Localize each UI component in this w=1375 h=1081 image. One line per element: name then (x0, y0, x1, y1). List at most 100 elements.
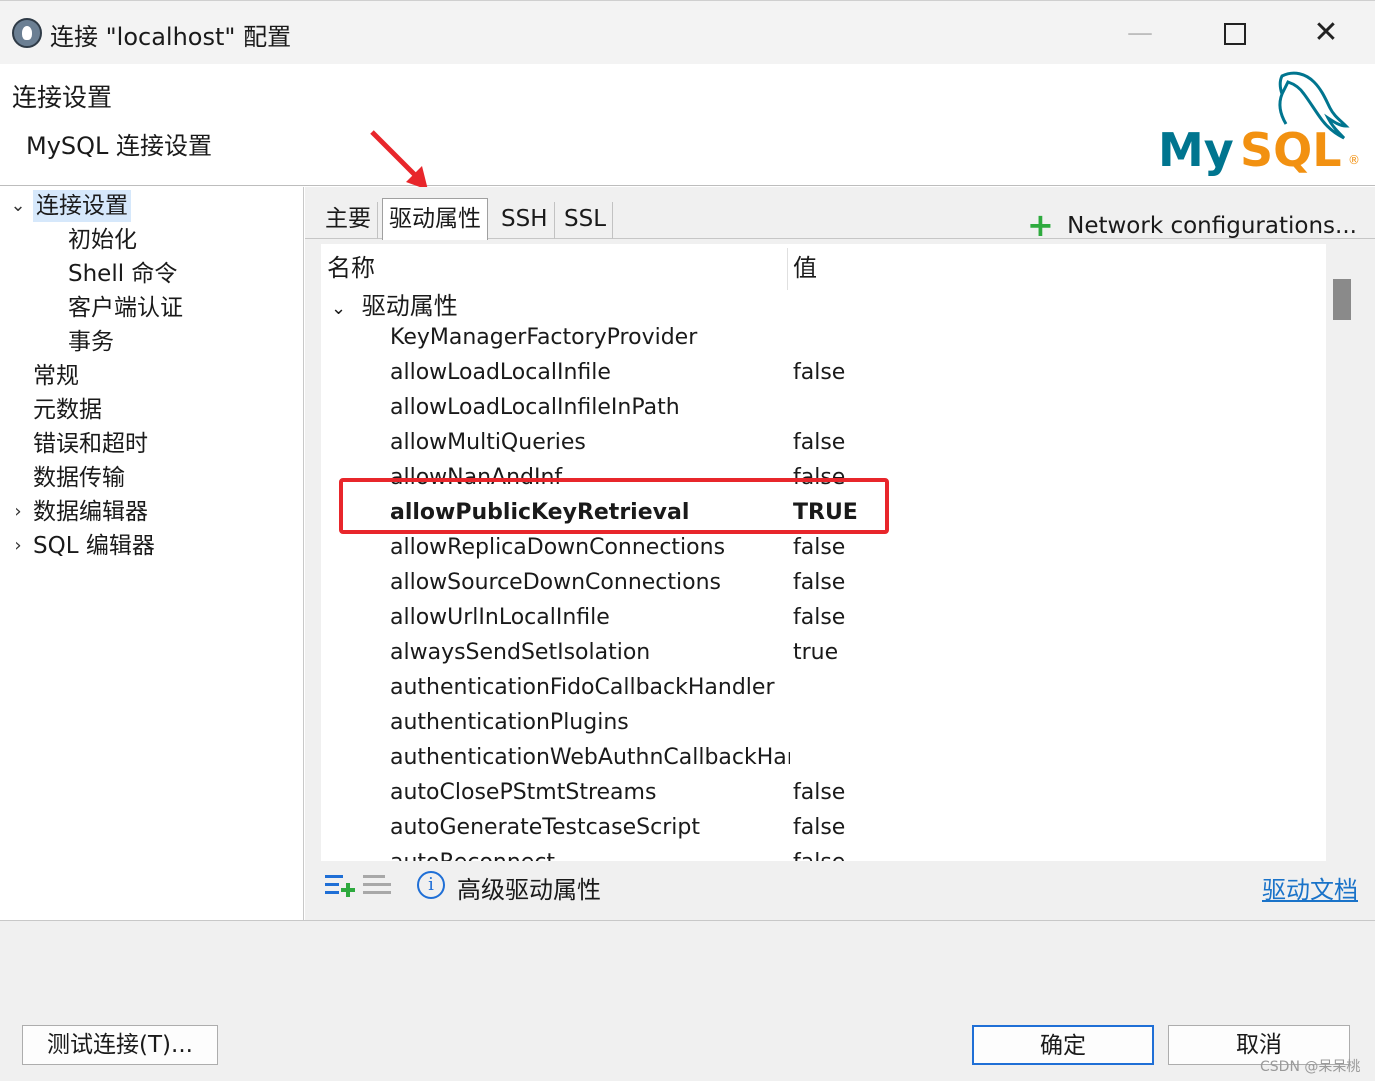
property-name: autoClosePStmtStreams (390, 780, 657, 805)
property-group-driver[interactable]: ⌄ 驱动属性 (331, 286, 458, 321)
add-property-icon[interactable] (325, 871, 357, 899)
table-row[interactable]: authenticationFidoCallbackHandler (321, 670, 1326, 705)
property-name: autoGenerateTestcaseScript (390, 815, 700, 840)
test-connection-button[interactable]: 测试连接(T)... (22, 1025, 218, 1065)
tab-bar: + Network configurations... 主要 驱动属性 SSH SSL (305, 187, 1375, 244)
sidebar-item[interactable]: 元数据 (0, 394, 300, 426)
close-button[interactable]: ✕ (1296, 11, 1356, 55)
minimize-button[interactable]: — (1110, 11, 1170, 55)
driver-properties-table[interactable]: 名称 值 ⌄ 驱动属性 KeyManagerFactoryProvider all… (321, 244, 1326, 861)
chevron-down-icon[interactable]: ⌄ (8, 190, 28, 222)
sidebar-item[interactable]: 数据传输 (0, 462, 300, 494)
property-name: allowLoadLocalInfileInPath (390, 395, 680, 420)
table-row[interactable]: allowMultiQueries false (321, 425, 1326, 460)
table-row[interactable]: authenticationWebAuthnCallbackHandler (321, 740, 1326, 775)
scrollbar-thumb[interactable] (1333, 279, 1351, 320)
sidebar-item[interactable]: ⌄ 连接设置 (0, 190, 300, 222)
sidebar-item-label: 常规 (33, 363, 79, 389)
window-title: 连接 "localhost" 配置 (50, 23, 292, 51)
maximize-button[interactable] (1203, 11, 1263, 55)
property-value[interactable]: false (793, 775, 845, 810)
sidebar-item-label: 客户端认证 (68, 295, 183, 321)
sidebar-item-label: 错误和超时 (33, 431, 148, 457)
table-row[interactable]: allowSourceDownConnections false (321, 565, 1326, 600)
sidebar-item-label: 初始化 (68, 227, 137, 253)
mysql-logo: My SQL ® (1158, 71, 1359, 177)
property-name: authenticationFidoCallbackHandler (390, 675, 775, 700)
remove-property-icon[interactable] (363, 871, 395, 899)
app-icon (12, 18, 42, 48)
property-name: authenticationWebAuthnCallbackHandler (390, 745, 790, 770)
chevron-down-icon[interactable]: ⌄ (331, 298, 346, 319)
driver-docs-link[interactable]: 驱动文档 (1262, 870, 1358, 905)
dialog-footer: 测试连接(T)... 确定 取消 CSDN @呆呆桃 (0, 920, 1375, 1081)
group-label: 驱动属性 (361, 292, 458, 320)
property-value[interactable]: false (793, 845, 845, 861)
property-name: allowLoadLocalInfile (390, 360, 611, 385)
sidebar-item[interactable]: 错误和超时 (0, 428, 300, 460)
property-value[interactable]: false (793, 355, 845, 390)
table-row[interactable]: autoReconnectfalse (321, 845, 1326, 861)
table-toolbar: i 高级驱动属性 驱动文档 (305, 861, 1375, 911)
sidebar-item-label: 元数据 (33, 397, 102, 423)
advanced-properties-label: 高级驱动属性 (457, 876, 601, 904)
table-row[interactable]: allowLoadLocalInfile false (321, 355, 1326, 390)
content-panel: + Network configurations... 主要 驱动属性 SSH SSL… (305, 187, 1375, 920)
sidebar-item[interactable]: 事务 (0, 326, 300, 358)
chevron-right-icon[interactable]: › (8, 530, 28, 562)
table-row[interactable]: authenticationPlugins (321, 705, 1326, 740)
property-name: authenticationPlugins (390, 710, 629, 735)
title-bar: 连接 "localhost" 配置 — ✕ (0, 0, 1375, 64)
table-row[interactable]: KeyManagerFactoryProvider (321, 320, 1326, 355)
sidebar-item-label: SQL 编辑器 (33, 533, 155, 559)
chevron-right-icon[interactable]: › (8, 496, 28, 528)
sidebar-item-label: Shell 命令 (68, 261, 178, 287)
table-row[interactable]: allowUrlInLocalInfile false (321, 600, 1326, 635)
sidebar-item[interactable]: 初始化 (0, 224, 300, 256)
table-row[interactable]: allowLoadLocalInfileInPath (321, 390, 1326, 425)
network-configurations-label: Network configurations... (1067, 213, 1357, 239)
tab[interactable]: 主要 (319, 202, 378, 239)
ok-button[interactable]: 确定 (972, 1025, 1154, 1065)
info-icon: i (417, 871, 445, 899)
sidebar-item[interactable]: › 数据编辑器 (0, 496, 300, 528)
table-row[interactable]: autoClosePStmtStreams false (321, 775, 1326, 810)
property-name: allowUrlInLocalInfile (390, 605, 610, 630)
vertical-scrollbar[interactable] (1326, 244, 1358, 861)
tab[interactable]: 驱动属性 (382, 198, 488, 240)
page-title: 连接设置 (12, 83, 113, 112)
property-name: allowMultiQueries (390, 430, 586, 455)
tab[interactable]: SSL (558, 202, 614, 239)
page-subtitle: MySQL 连接设置 (26, 132, 213, 160)
sidebar-item[interactable]: 常规 (0, 360, 300, 392)
dialog-header: 连接设置 MySQL 连接设置 My SQL ® (0, 64, 1375, 186)
sidebar-item[interactable]: Shell 命令 (0, 258, 300, 290)
property-value[interactable]: false (793, 600, 845, 635)
network-configurations-button[interactable]: + Network configurations... (1027, 203, 1357, 244)
watermark: CSDN @呆呆桃 (1260, 1059, 1361, 1075)
table-row[interactable]: allowReplicaDownConnections false (321, 530, 1326, 565)
sidebar-item-label: 数据编辑器 (33, 499, 148, 525)
sidebar-item-label: 事务 (68, 329, 114, 355)
column-separator[interactable] (787, 248, 788, 290)
property-value[interactable]: false (793, 810, 845, 845)
sidebar-item[interactable]: › SQL 编辑器 (0, 530, 300, 562)
tab[interactable]: SSH (495, 202, 555, 239)
property-name: alwaysSendSetIsolation (390, 640, 651, 665)
property-value[interactable]: false (793, 425, 845, 460)
table-row[interactable]: alwaysSendSetIsolation true (321, 635, 1326, 670)
property-name: KeyManagerFactoryProvider (390, 325, 698, 350)
logo-registered-mark: ® (1348, 153, 1359, 167)
property-name: allowReplicaDownConnections (390, 535, 726, 560)
property-name: autoReconnect (390, 845, 790, 861)
property-value[interactable]: false (793, 530, 845, 565)
logo-text-my: My (1158, 123, 1234, 177)
column-header-value[interactable]: 值 (793, 248, 817, 283)
table-row[interactable]: autoGenerateTestcaseScript false (321, 810, 1326, 845)
logo-text-sql: SQL (1240, 123, 1342, 177)
property-value[interactable]: true (793, 635, 838, 670)
column-header-name[interactable]: 名称 (327, 248, 375, 283)
sidebar-item[interactable]: 客户端认证 (0, 292, 300, 324)
highlight-box (339, 478, 889, 534)
property-value[interactable]: false (793, 565, 845, 600)
